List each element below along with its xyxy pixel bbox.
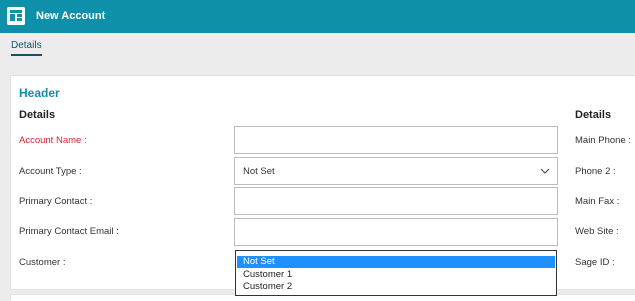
account-type-label: Account Type : (19, 166, 82, 177)
primary-contact-label: Primary Contact : (19, 196, 93, 207)
customer-option-2[interactable]: Customer 2 (237, 281, 555, 293)
account-type-value: Not Set (243, 166, 275, 177)
app-header-bar: New Account (0, 0, 635, 33)
account-name-input[interactable] (234, 126, 558, 154)
store-icon (7, 7, 25, 25)
customer-dropdown-list[interactable]: Not Set Customer 1 Customer 2 (235, 250, 557, 296)
web-site-label: Web Site : (575, 226, 619, 237)
primary-contact-email-label: Primary Contact Email : (19, 226, 119, 237)
page-title: New Account (36, 10, 106, 22)
main-phone-label: Main Phone : (575, 135, 631, 146)
sage-id-label: Sage ID : (575, 257, 615, 268)
primary-contact-input[interactable] (234, 187, 558, 215)
details-heading-left: Details (19, 109, 56, 121)
customer-label: Customer : (19, 257, 66, 268)
tab-bar: Details (0, 33, 635, 60)
section-title: Header (19, 86, 60, 100)
main-fax-label: Main Fax : (575, 196, 620, 207)
tab-details[interactable]: Details (11, 40, 42, 56)
phone-2-label: Phone 2 : (575, 166, 616, 177)
chevron-down-icon (540, 168, 550, 174)
details-heading-right: Details (575, 109, 612, 121)
customer-option-not-set[interactable]: Not Set (237, 256, 555, 268)
customer-option-1[interactable]: Customer 1 (237, 269, 555, 281)
primary-contact-email-input[interactable] (234, 218, 558, 246)
account-name-label: Account Name : (19, 135, 87, 146)
account-type-select[interactable]: Not Set (234, 157, 558, 185)
